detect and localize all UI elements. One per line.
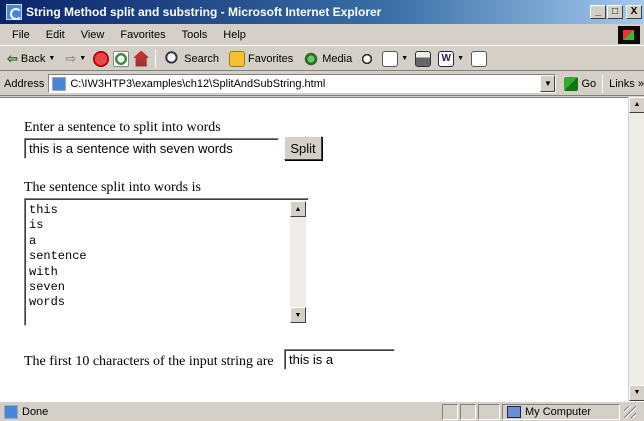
maximize-button[interactable]: □	[607, 5, 623, 19]
mail-button[interactable]: ▼	[379, 50, 411, 67]
menu-view[interactable]: View	[73, 29, 113, 41]
search-label: Search	[184, 52, 220, 65]
sentence-input[interactable]: this is a sentence with seven words	[24, 138, 279, 159]
go-arrow-icon	[564, 76, 579, 91]
go-label: Go	[581, 77, 597, 90]
title-bar: String Method split and substring - Micr…	[0, 0, 644, 24]
mail-dropdown-icon[interactable]: ▼	[401, 55, 408, 62]
media-button[interactable]: Media	[300, 50, 355, 67]
word-item: with	[29, 264, 58, 279]
history-icon[interactable]	[359, 50, 376, 67]
page-scrollbar[interactable]: ▲ ▼	[628, 97, 644, 401]
windows-logo-icon	[618, 26, 640, 44]
word-button[interactable]: W ▼	[435, 50, 467, 67]
page-content: Enter a sentence to split into words thi…	[0, 97, 628, 401]
resize-grip-icon[interactable]	[624, 405, 636, 418]
search-button[interactable]: Search	[162, 50, 222, 67]
forward-dropdown-icon[interactable]: ▼	[79, 55, 86, 62]
print-icon[interactable]	[415, 50, 432, 67]
word-icon: W	[438, 50, 455, 67]
minimize-button[interactable]: _	[590, 5, 606, 19]
security-zone: My Computer	[502, 403, 620, 420]
window-controls: _ □ X	[590, 5, 642, 19]
scroll-up-icon[interactable]: ▲	[629, 97, 644, 113]
menu-bar: File Edit View Favorites Tools Help	[0, 24, 644, 46]
ie-app-icon[interactable]	[6, 4, 22, 20]
back-button[interactable]: ⇦ Back ▼	[4, 51, 58, 67]
edit-icon[interactable]	[471, 50, 488, 67]
menu-help[interactable]: Help	[215, 29, 254, 41]
address-separator	[602, 74, 604, 93]
status-text: Done	[22, 405, 49, 418]
split-result-label: The sentence split into words is	[24, 180, 201, 195]
go-button[interactable]: Go	[564, 76, 597, 91]
address-url[interactable]: C:\IW3HTP3\examples\ch12\SplitAndSubStri…	[70, 78, 540, 90]
word-item: a	[29, 233, 37, 248]
scroll-down-icon[interactable]: ▼	[629, 385, 644, 401]
forward-button[interactable]: ⇨ ▼	[62, 51, 89, 67]
favorites-button[interactable]: Favorites	[226, 50, 296, 67]
first-chars-label: The first 10 characters of the input str…	[24, 354, 274, 369]
page-icon	[52, 76, 67, 91]
word-item: this	[29, 203, 58, 217]
word-item: is	[29, 218, 44, 233]
window-title: String Method split and substring - Micr…	[26, 5, 382, 19]
address-label: Address	[4, 77, 45, 90]
address-input[interactable]: C:\IW3HTP3\examples\ch12\SplitAndSubStri…	[48, 74, 557, 93]
sentence-prompt: Enter a sentence to split into words	[24, 120, 221, 135]
favorites-label: Favorites	[248, 52, 294, 65]
words-list: this is a sentence with seven words	[29, 203, 87, 311]
split-button[interactable]: Split	[284, 136, 322, 160]
menu-favorites[interactable]: Favorites	[112, 29, 173, 41]
back-dropdown-icon[interactable]: ▼	[48, 55, 55, 62]
status-bar: Done My Computer	[0, 401, 644, 421]
back-label: Back	[20, 52, 46, 65]
zone-label: My Computer	[525, 405, 592, 418]
stop-icon[interactable]	[93, 50, 110, 67]
toolbar-separator	[155, 49, 157, 68]
address-dropdown-icon[interactable]: ▼	[540, 75, 556, 92]
first-chars-output[interactable]: this is a	[284, 349, 395, 370]
words-textarea[interactable]: this is a sentence with seven words ▲ ▼	[24, 198, 309, 326]
refresh-icon[interactable]	[113, 50, 130, 67]
favorites-icon	[229, 50, 246, 67]
word-dropdown-icon[interactable]: ▼	[457, 55, 464, 62]
word-item: words	[29, 295, 66, 310]
menu-file[interactable]: File	[4, 29, 38, 41]
home-icon[interactable]	[133, 50, 150, 67]
links-button[interactable]: Links »	[609, 78, 644, 90]
textarea-scroll-up-icon[interactable]: ▲	[290, 201, 306, 217]
menu-tools[interactable]: Tools	[174, 29, 216, 41]
textarea-scrollbar[interactable]: ▲ ▼	[290, 201, 306, 323]
menu-edit[interactable]: Edit	[38, 29, 73, 41]
status-pane	[478, 403, 500, 420]
search-icon	[165, 50, 182, 67]
status-page-icon	[4, 404, 18, 419]
mail-icon	[382, 50, 399, 67]
standard-toolbar: ⇦ Back ▼ ⇨ ▼ Search Favorites Media ▼ W …	[0, 47, 644, 71]
address-bar: Address C:\IW3HTP3\examples\ch12\SplitAn…	[0, 72, 644, 96]
status-pane	[442, 403, 458, 420]
media-icon	[303, 50, 320, 67]
word-item: sentence	[29, 249, 87, 264]
forward-arrow-icon: ⇨	[65, 50, 77, 66]
media-label: Media	[322, 52, 353, 65]
status-pane	[460, 403, 476, 420]
my-computer-icon	[507, 405, 521, 418]
browser-window: String Method split and substring - Micr…	[0, 0, 644, 421]
links-label: Links	[609, 77, 635, 90]
close-button[interactable]: X	[626, 5, 642, 19]
back-arrow-icon: ⇦	[7, 50, 18, 66]
textarea-scroll-down-icon[interactable]: ▼	[290, 307, 306, 323]
word-item: seven	[29, 280, 66, 295]
